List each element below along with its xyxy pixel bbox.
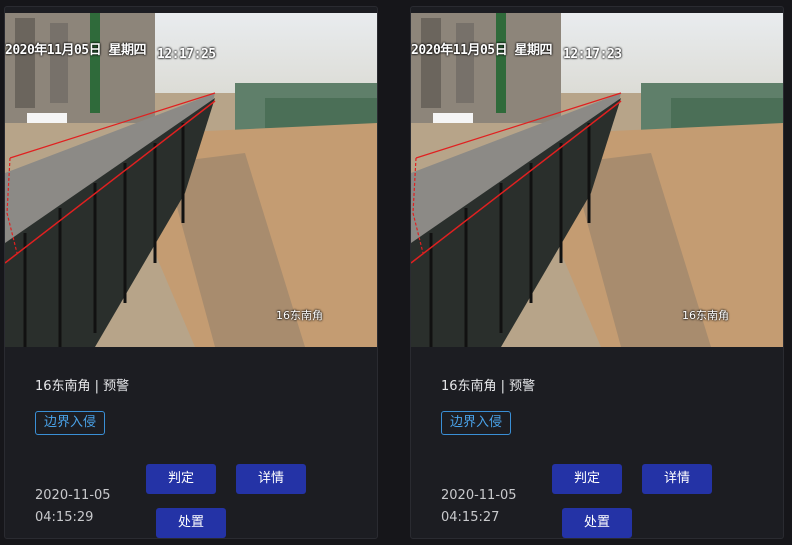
alert-card[interactable]: 2020年11月05日 星期四 12:17:23 16东南角 16东南角 | 预警… <box>410 6 784 539</box>
detail-button[interactable]: 详情 <box>236 464 306 494</box>
judge-button[interactable]: 判定 <box>146 464 216 494</box>
alert-date: 2020-11-05 <box>441 488 517 503</box>
alert-title: 16东南角 | 预警 <box>441 379 536 394</box>
alert-time: 04:15:29 <box>35 510 94 525</box>
alert-card[interactable]: 2020年11月05日 星期四 12:17:25 16东南角 16东南角 | 预警… <box>4 6 378 539</box>
camera-snapshot[interactable]: 2020年11月05日 星期四 12:17:25 16东南角 <box>5 13 377 347</box>
alert-time: 04:15:27 <box>441 510 500 525</box>
handle-button[interactable]: 处置 <box>156 508 226 538</box>
handle-button[interactable]: 处置 <box>562 508 632 538</box>
judge-button[interactable]: 判定 <box>552 464 622 494</box>
snapshot-timestamp: 2020年11月05日 星期四 12:17:25 <box>5 43 216 62</box>
alert-date: 2020-11-05 <box>35 488 111 503</box>
snapshot-scene <box>5 13 377 347</box>
alert-title: 16东南角 | 预警 <box>35 379 130 394</box>
detail-button[interactable]: 详情 <box>642 464 712 494</box>
snapshot-camera-label: 16东南角 <box>276 309 323 322</box>
snapshot-camera-label: 16东南角 <box>682 309 729 322</box>
alert-type-tag: 边界入侵 <box>35 411 106 435</box>
alert-type-tag: 边界入侵 <box>441 411 512 435</box>
snapshot-scene <box>411 13 783 347</box>
camera-snapshot[interactable]: 2020年11月05日 星期四 12:17:23 16东南角 <box>411 13 783 347</box>
snapshot-timestamp: 2020年11月05日 星期四 12:17:23 <box>411 43 622 62</box>
